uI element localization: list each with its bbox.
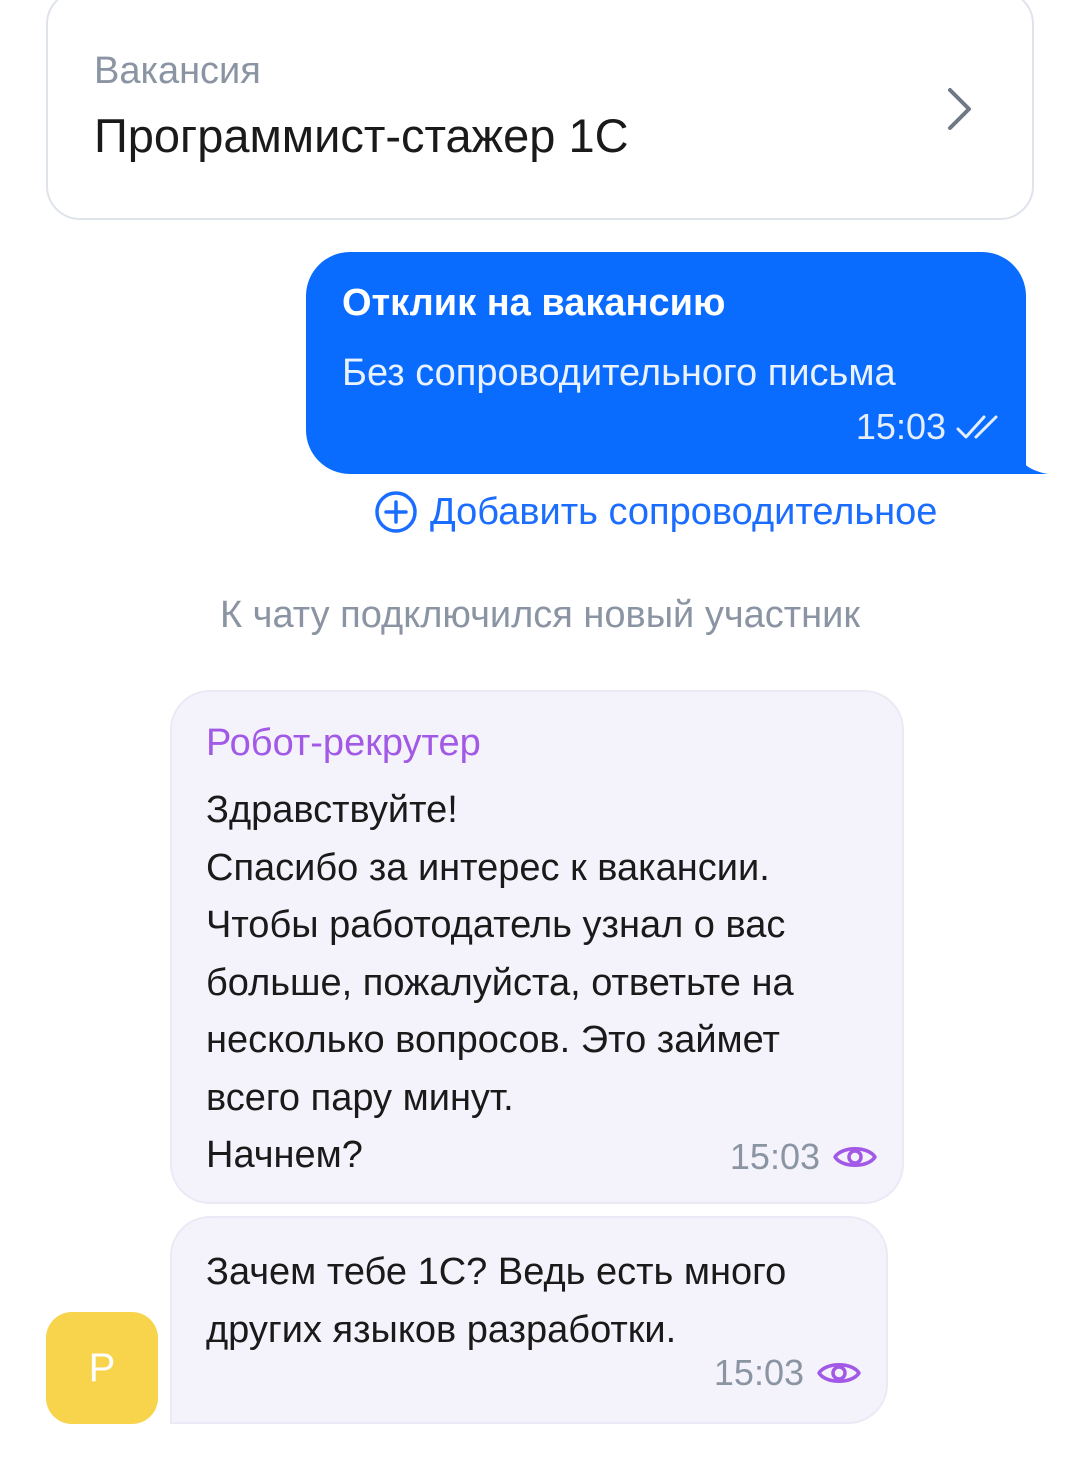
message-line: всего пару минут. [206, 1076, 514, 1119]
message-line: больше, пожалуйста, ответьте на [206, 961, 794, 1004]
message-meta: 15:03 [714, 1352, 862, 1394]
eye-icon [817, 1363, 861, 1383]
double-check-icon [956, 415, 998, 439]
message-time: 15:03 [855, 406, 946, 447]
message-line: Здравствуйте! [206, 789, 458, 831]
message-line: несколько вопросов. Это займет [206, 1019, 780, 1061]
incoming-message: Зачем тебе 1С? Ведь есть много других яз… [170, 1216, 888, 1424]
bot-message: Робот-рекрутер Здравствуйте! Спасибо за … [170, 690, 904, 1204]
sender-name: Робот-рекрутер [206, 722, 481, 764]
chevron-right-icon[interactable] [944, 86, 974, 132]
vacancy-title: Программист-стажер 1С [94, 109, 629, 162]
message-line: других языков разработки. [206, 1308, 677, 1351]
message-line: Зачем тебе 1С? Ведь есть много [206, 1251, 787, 1293]
message-meta: 15:03 [730, 1136, 878, 1178]
message-line: Чтобы работодатель узнал о вас [206, 904, 786, 946]
eye-icon [833, 1147, 877, 1167]
vacancy-card[interactable]: Вакансия Программист-стажер 1С [46, 0, 1034, 220]
message-text: Зачем тебе 1С? Ведь есть много других яз… [206, 1244, 866, 1359]
message-text: Без сопроводительного письма [342, 352, 896, 394]
system-note: К чату подключился новый участник [219, 594, 861, 636]
avatar-letter: Р [88, 1345, 116, 1390]
bubble-tail [1010, 430, 1048, 474]
avatar[interactable]: Р [46, 1312, 158, 1424]
add-cover-letter-label: Добавить сопроводительное [430, 490, 938, 533]
message-title: Отклик на вакансию [342, 282, 726, 324]
add-cover-letter-link[interactable]: Добавить сопроводительное [374, 490, 937, 534]
plus-circle-icon [375, 491, 417, 533]
message-time: 15:03 [713, 1352, 804, 1393]
vacancy-caption: Вакансия [94, 50, 261, 92]
message-text: Здравствуйте! Спасибо за интерес к вакан… [206, 782, 886, 1185]
outgoing-message: Отклик на вакансию Без сопроводительного… [306, 252, 1026, 474]
message-meta: 15:03 [856, 406, 1000, 448]
message-time: 15:03 [729, 1136, 820, 1177]
message-line: Спасибо за интерес к вакансии. [206, 846, 770, 889]
